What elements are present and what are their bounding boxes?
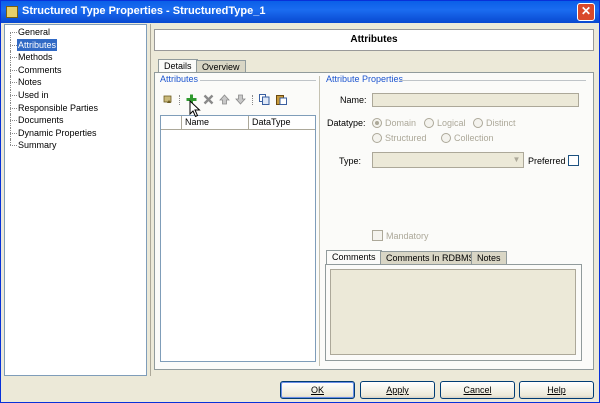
chevron-down-icon[interactable]: ▼ bbox=[511, 153, 522, 167]
tree-line bbox=[10, 95, 17, 96]
nav-item[interactable]: Documents bbox=[5, 114, 145, 127]
attributes-table[interactable]: Name DataType bbox=[160, 115, 316, 362]
navigation-tree: General Attributes Methods Comments Notes Use… bbox=[4, 24, 147, 376]
move-down-icon[interactable] bbox=[235, 94, 246, 105]
cancel-button[interactable]: Cancel bbox=[440, 381, 515, 399]
radio-domain[interactable] bbox=[372, 118, 382, 128]
paste-icon[interactable] bbox=[276, 94, 287, 105]
tree-line bbox=[10, 145, 17, 147]
tree-line bbox=[10, 82, 17, 84]
nav-item[interactable]: Attributes bbox=[5, 38, 145, 51]
radio-collection-label: Collection bbox=[454, 133, 494, 143]
nav-item[interactable]: Summary bbox=[5, 139, 145, 151]
mandatory-label: Mandatory bbox=[386, 231, 429, 241]
move-up-icon[interactable] bbox=[219, 94, 230, 105]
nav-item-label: Attributes bbox=[17, 38, 58, 51]
type-combo[interactable] bbox=[372, 152, 524, 168]
page-title: Attributes bbox=[154, 29, 594, 51]
nav-item-label: Used in bbox=[18, 90, 49, 100]
tree-line bbox=[10, 132, 17, 134]
datatype-label: Datatype: bbox=[327, 118, 366, 128]
nav-item[interactable]: Methods bbox=[5, 51, 145, 64]
nav-item-label: Comments bbox=[18, 64, 62, 75]
properties-icon[interactable] bbox=[163, 94, 174, 105]
title-bar[interactable]: Structured Type Properties - StructuredT… bbox=[1, 1, 599, 23]
nav-item[interactable]: Used in bbox=[5, 89, 145, 101]
nav-item[interactable]: Comments bbox=[5, 63, 145, 76]
radio-distinct[interactable] bbox=[473, 118, 483, 128]
tab-comments-in-rdbms[interactable]: Comments In RDBMS bbox=[380, 251, 481, 264]
nav-item[interactable]: Dynamic Properties bbox=[5, 126, 145, 139]
group-divider bbox=[200, 80, 316, 81]
radio-structured-label: Structured bbox=[385, 133, 427, 143]
nav-item-label: Summary bbox=[18, 140, 57, 151]
comments-textarea[interactable] bbox=[330, 269, 576, 355]
tree-line bbox=[10, 107, 17, 109]
nav-item-label: Notes bbox=[18, 77, 42, 88]
tree-line bbox=[10, 69, 17, 71]
nav-item-label: Methods bbox=[18, 52, 53, 63]
radio-domain-label: Domain bbox=[385, 118, 417, 128]
nav-item-label: Dynamic Properties bbox=[18, 127, 97, 138]
copy-icon[interactable] bbox=[259, 94, 270, 105]
tree-line bbox=[10, 57, 17, 59]
name-field[interactable] bbox=[372, 93, 579, 107]
radio-logical-label: Logical bbox=[437, 118, 466, 128]
nav-item[interactable]: Notes bbox=[5, 76, 145, 89]
nav-item-label: Documents bbox=[18, 115, 64, 126]
delete-icon[interactable] bbox=[203, 94, 214, 105]
panel-splitter[interactable] bbox=[319, 76, 320, 366]
close-icon[interactable]: ✕ bbox=[577, 3, 595, 21]
nav-item-label: General bbox=[18, 27, 51, 37]
preferred-checkbox[interactable] bbox=[568, 155, 579, 166]
table-header: Name DataType bbox=[161, 116, 315, 130]
column-header-datatype[interactable]: DataType bbox=[249, 116, 315, 129]
nav-item-label: Responsible Parties bbox=[18, 102, 99, 113]
app-icon bbox=[6, 6, 18, 18]
nav-item[interactable]: Responsible Parties bbox=[5, 101, 145, 114]
cancel-button-label: Cancel bbox=[463, 385, 492, 395]
attribute-properties-title: Attribute Properties bbox=[326, 74, 404, 84]
table-header-blank bbox=[161, 116, 182, 129]
tab-comments[interactable]: Comments bbox=[326, 250, 382, 264]
type-label: Type: bbox=[339, 156, 362, 166]
toolbar-separator bbox=[252, 95, 253, 105]
window-title: Structured Type Properties - StructuredT… bbox=[22, 5, 266, 17]
apply-button-label: Apply bbox=[386, 385, 409, 395]
tab-notes[interactable]: Notes bbox=[471, 251, 507, 264]
splitter[interactable] bbox=[150, 24, 151, 376]
name-label: Name: bbox=[340, 95, 367, 105]
tree-line bbox=[10, 120, 17, 122]
attributes-group-title: Attributes bbox=[160, 74, 199, 84]
apply-button[interactable]: Apply bbox=[360, 381, 435, 399]
preferred-label: Preferred bbox=[528, 156, 566, 166]
radio-logical[interactable] bbox=[424, 118, 434, 128]
tab-details[interactable]: Details bbox=[158, 59, 198, 73]
radio-collection[interactable] bbox=[441, 133, 451, 143]
group-divider bbox=[400, 80, 586, 81]
ok-button[interactable]: OK bbox=[280, 381, 355, 399]
mouse-cursor-icon bbox=[189, 100, 201, 118]
ok-button-label: OK bbox=[310, 385, 324, 395]
radio-distinct-label: Distinct bbox=[486, 118, 516, 128]
toolbar-separator bbox=[179, 95, 180, 105]
tree-line bbox=[10, 32, 17, 33]
radio-structured[interactable] bbox=[372, 133, 382, 143]
nav-item[interactable]: General bbox=[5, 26, 145, 38]
help-button-label: Help bbox=[547, 385, 566, 395]
help-button[interactable]: Help bbox=[519, 381, 594, 399]
mandatory-checkbox[interactable] bbox=[372, 230, 383, 241]
tree-line bbox=[10, 44, 17, 46]
